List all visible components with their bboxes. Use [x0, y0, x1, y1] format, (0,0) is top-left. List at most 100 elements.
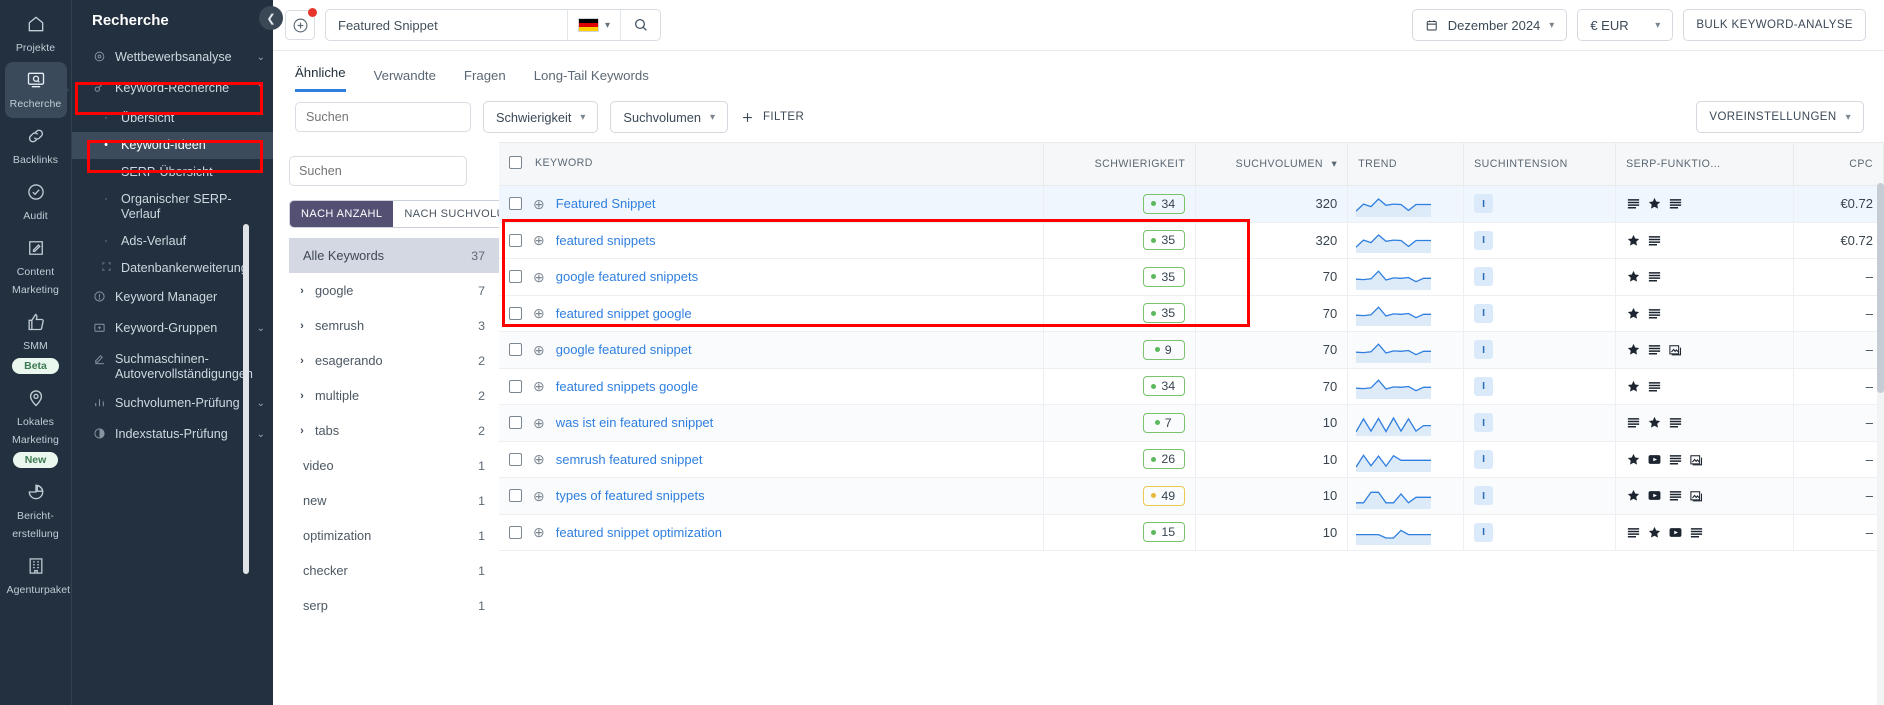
- scrollbar-thumb[interactable]: [1877, 183, 1884, 393]
- add-to-list-icon[interactable]: ⊕: [533, 452, 545, 466]
- search-submit-button[interactable]: [620, 10, 660, 40]
- presets-button[interactable]: VOREINSTELLUNGEN ▾: [1696, 101, 1864, 133]
- tab-verwandte[interactable]: Verwandte: [374, 68, 436, 92]
- keyword-link[interactable]: Featured Snippet: [556, 196, 656, 211]
- group-row[interactable]: serp 1: [289, 588, 499, 623]
- add-to-list-icon[interactable]: ⊕: [533, 489, 545, 503]
- group-row[interactable]: › esagerando 2: [289, 343, 499, 378]
- row-checkbox[interactable]: [509, 489, 522, 503]
- keyword-link[interactable]: google featured snippets: [556, 269, 698, 284]
- keyword-link[interactable]: featured snippet google: [556, 306, 692, 321]
- group-row[interactable]: › tabs 2: [289, 413, 499, 448]
- add-to-list-icon[interactable]: ⊕: [533, 379, 545, 393]
- table-row[interactable]: ⊕ was ist ein featured snippet 7 10 I –: [499, 404, 1884, 442]
- rail-item-agenturpaket[interactable]: Agenturpaket: [5, 548, 70, 604]
- chevron-right-icon[interactable]: ›: [289, 390, 315, 402]
- row-checkbox[interactable]: [509, 416, 522, 430]
- add-to-list-icon[interactable]: ⊕: [533, 416, 545, 430]
- group-row[interactable]: › google 7: [289, 273, 499, 308]
- add-keyword-button[interactable]: [285, 8, 317, 40]
- add-to-list-icon[interactable]: ⊕: [533, 197, 545, 211]
- column-header-trend[interactable]: TREND: [1347, 142, 1465, 186]
- column-header-difficulty[interactable]: SCHWIERIGKEIT: [1043, 142, 1197, 186]
- chevron-right-icon[interactable]: ›: [289, 425, 315, 437]
- rail-item-audit[interactable]: Audit: [5, 174, 67, 230]
- groups-search-input[interactable]: [299, 164, 461, 178]
- table-row[interactable]: ⊕ featured snippet optimization 15 10 I –: [499, 514, 1884, 551]
- row-checkbox[interactable]: [509, 343, 522, 357]
- select-all-checkbox[interactable]: [509, 156, 522, 169]
- group-row[interactable]: video 1: [289, 448, 499, 483]
- rail-item-berichterstellung[interactable]: Bericht-erstellung: [5, 474, 67, 548]
- keyword-link[interactable]: semrush featured snippet: [556, 452, 703, 467]
- group-row-all-keywords[interactable]: Alle Keywords 37: [289, 238, 499, 273]
- column-header-cpc[interactable]: CPC: [1793, 142, 1884, 186]
- rail-item-content-marketing[interactable]: Content Marketing: [5, 230, 67, 304]
- rail-item-smm[interactable]: SMM Beta: [5, 304, 67, 380]
- search-input[interactable]: [326, 17, 567, 33]
- sidebar-item-uebersicht[interactable]: · Übersicht: [72, 105, 273, 132]
- sort-by-count-button[interactable]: NACH ANZAHL: [290, 201, 394, 227]
- row-checkbox[interactable]: [509, 525, 522, 539]
- table-row[interactable]: ⊕ types of featured snippets 49 10 I –: [499, 477, 1884, 515]
- column-header-keyword[interactable]: KEYWORD: [499, 142, 1045, 186]
- volume-filter[interactable]: Suchvolumen ▾: [610, 101, 728, 133]
- table-scrollbar[interactable]: [1877, 183, 1884, 705]
- difficulty-filter[interactable]: Schwierigkeit ▾: [483, 101, 599, 133]
- date-range-selector[interactable]: Dezember 2024 ▾: [1412, 9, 1568, 41]
- groups-scrollbar[interactable]: [243, 224, 249, 574]
- keyword-link[interactable]: featured snippet optimization: [556, 525, 722, 540]
- rail-item-projekte[interactable]: Projekte: [5, 6, 67, 62]
- sidebar-item-wettbewerbsanalyse[interactable]: Wettbewerbsanalyse ⌄: [72, 43, 273, 74]
- table-row[interactable]: ⊕ Featured Snippet 34 320 I €0.72: [499, 185, 1884, 223]
- bulk-keyword-analysis-button[interactable]: BULK KEYWORD-ANALYSE: [1683, 9, 1866, 41]
- group-row[interactable]: › multiple 2: [289, 378, 499, 413]
- table-row[interactable]: ⊕ semrush featured snippet 26 10 I –: [499, 441, 1884, 478]
- row-checkbox[interactable]: [509, 197, 522, 211]
- chevron-right-icon[interactable]: ›: [289, 320, 315, 332]
- add-to-list-icon[interactable]: ⊕: [533, 343, 545, 357]
- column-header-serp-features[interactable]: SERP-FUNKTIO...: [1615, 142, 1794, 186]
- rail-item-backlinks[interactable]: Backlinks: [5, 118, 67, 174]
- row-checkbox[interactable]: [509, 306, 522, 320]
- chevron-right-icon[interactable]: ›: [289, 355, 315, 367]
- tab-long-tail-keywords[interactable]: Long-Tail Keywords: [534, 68, 649, 92]
- table-search-input[interactable]: [306, 110, 468, 124]
- sidebar-item-serp-uebersicht[interactable]: · SERP-Übersicht: [72, 159, 273, 186]
- sidebar-item-organischer-serp-verlauf[interactable]: · Organischer SERP-Verlauf: [72, 186, 273, 228]
- rail-item-recherche[interactable]: Recherche: [4, 62, 67, 118]
- keyword-link[interactable]: featured snippets google: [556, 379, 698, 394]
- keyword-link[interactable]: was ist ein featured snippet: [556, 415, 714, 430]
- sidebar-item-keyword-ideen[interactable]: • Keyword-Ideen: [72, 132, 273, 159]
- keyword-link[interactable]: featured snippets: [556, 233, 656, 248]
- add-to-list-icon[interactable]: ⊕: [533, 525, 545, 539]
- row-checkbox[interactable]: [509, 452, 522, 466]
- add-to-list-icon[interactable]: ⊕: [533, 233, 545, 247]
- sidebar-collapse-button[interactable]: ❮: [259, 6, 283, 30]
- group-row[interactable]: checker 1: [289, 553, 499, 588]
- table-row[interactable]: ⊕ featured snippets google 34 70 I –: [499, 368, 1884, 405]
- keyword-link[interactable]: google featured snippet: [556, 342, 692, 357]
- group-row[interactable]: new 1: [289, 483, 499, 518]
- country-selector[interactable]: ▾: [566, 10, 620, 40]
- rail-item-lokales-marketing[interactable]: Lokales Marketing New: [5, 380, 67, 474]
- tab-fragen[interactable]: Fragen: [464, 68, 506, 92]
- currency-selector[interactable]: € EUR ▾: [1577, 9, 1674, 41]
- column-header-intent[interactable]: SUCHINTENSION: [1463, 142, 1617, 186]
- column-header-volume[interactable]: SUCHVOLUMEN ▾: [1195, 142, 1349, 186]
- tab-aehnliche[interactable]: Ähnliche: [295, 65, 346, 92]
- keyword-link[interactable]: types of featured snippets: [556, 488, 705, 503]
- row-checkbox[interactable]: [509, 233, 522, 247]
- group-row[interactable]: optimization 1: [289, 518, 499, 553]
- chevron-right-icon[interactable]: ›: [289, 285, 315, 297]
- table-row[interactable]: ⊕ google featured snippets 35 70 I –: [499, 258, 1884, 296]
- sidebar-item-keyword-recherche[interactable]: Keyword-Recherche ⌃: [72, 74, 273, 105]
- row-checkbox[interactable]: [509, 379, 522, 393]
- add-filter-button[interactable]: FILTER: [740, 110, 804, 125]
- group-row[interactable]: › semrush 3: [289, 308, 499, 343]
- add-to-list-icon[interactable]: ⊕: [533, 270, 545, 284]
- table-row[interactable]: ⊕ featured snippet google 35 70 I –: [499, 295, 1884, 332]
- add-to-list-icon[interactable]: ⊕: [533, 306, 545, 320]
- row-checkbox[interactable]: [509, 270, 522, 284]
- table-row[interactable]: ⊕ featured snippets 35 320 I €0.72: [499, 222, 1884, 259]
